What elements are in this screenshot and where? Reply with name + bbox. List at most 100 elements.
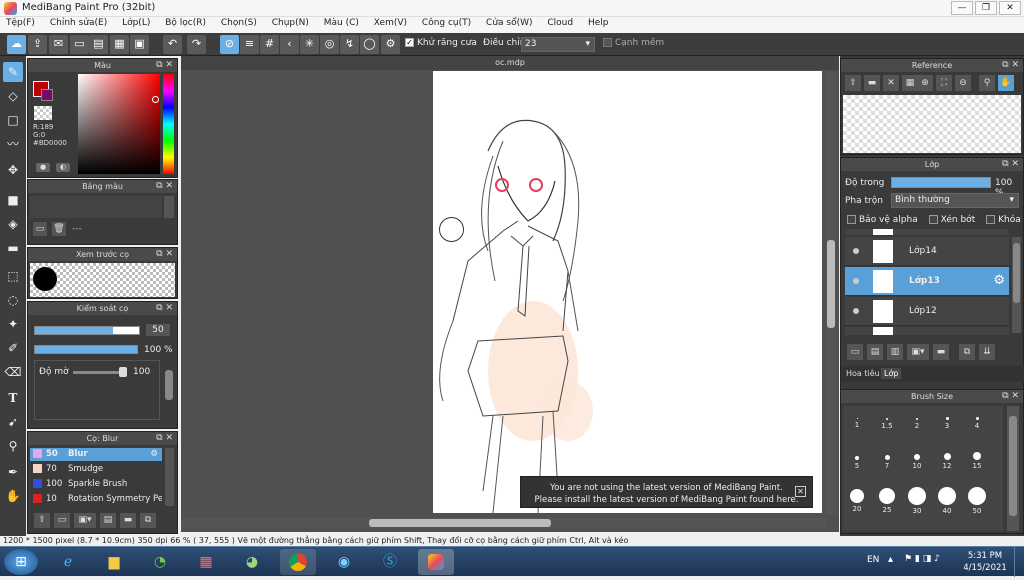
trash-icon[interactable]: 🗑 bbox=[52, 222, 66, 236]
duplicate-layer-icon[interactable]: ⧉ bbox=[959, 344, 975, 360]
size-1-5[interactable]: 1.5 bbox=[874, 418, 900, 430]
skype-icon[interactable]: Ⓢ bbox=[372, 549, 408, 575]
parallel-snap-icon[interactable]: ≡ bbox=[240, 35, 259, 54]
tab-navigator[interactable]: Hoa tiêu bbox=[843, 368, 883, 379]
menu-help[interactable]: Help bbox=[582, 17, 615, 29]
document-tab[interactable]: oc.mdp bbox=[181, 56, 839, 70]
blur-slider-handle[interactable] bbox=[119, 367, 127, 377]
clock[interactable]: 5:31 PM 4/15/2021 bbox=[960, 550, 1010, 574]
cloud-icon[interactable]: ☁ bbox=[7, 35, 26, 54]
menu-cloud[interactable]: Cloud bbox=[541, 17, 579, 29]
curve-snap-icon[interactable]: ↯ bbox=[340, 35, 359, 54]
canvas-horizontal-scrollbar[interactable] bbox=[181, 518, 826, 528]
ref-fit-icon[interactable]: ▦ bbox=[902, 75, 918, 91]
new-8bit-layer-icon[interactable]: ▥ bbox=[887, 344, 903, 360]
menu-window[interactable]: Cửa sổ(W) bbox=[480, 17, 538, 29]
layer-row-12[interactable]: Lớp12 bbox=[845, 297, 1009, 326]
layer-row-14[interactable]: Lớp14 bbox=[845, 237, 1009, 266]
update-notice[interactable]: You are not using the latest version of … bbox=[520, 476, 813, 508]
panel-close-icon[interactable]: ⧉ ✕ bbox=[156, 59, 173, 72]
show-desktop-button[interactable] bbox=[1014, 547, 1024, 577]
saturation-value-picker[interactable] bbox=[78, 74, 160, 174]
lock-checkbox[interactable] bbox=[986, 215, 996, 224]
operation-tool-icon[interactable]: ➹ bbox=[3, 412, 23, 432]
forbid-snap-icon[interactable]: ⊘ bbox=[220, 35, 239, 54]
minimize-button[interactable]: — bbox=[951, 1, 973, 15]
zoom-in-icon[interactable]: ⊕ bbox=[917, 75, 933, 91]
medibang-icon[interactable] bbox=[418, 549, 454, 575]
menu-file[interactable]: Tệp(F) bbox=[0, 17, 41, 29]
transparent-swatch[interactable] bbox=[34, 106, 52, 120]
eraser-tool-icon[interactable]: ◇ bbox=[3, 86, 23, 106]
chrome-icon[interactable] bbox=[280, 549, 316, 575]
brush-item-sparkle[interactable]: 100 Sparkle Brush bbox=[30, 478, 162, 491]
add-brush-menu-icon[interactable]: ▣▾ bbox=[74, 513, 96, 528]
pen-nib-icon[interactable]: ✒ bbox=[3, 462, 23, 482]
size-15[interactable]: 15 bbox=[964, 452, 990, 470]
magic-wand-icon[interactable]: ✦ bbox=[3, 314, 23, 334]
hand-tool-icon[interactable]: ✋ bbox=[3, 486, 23, 506]
merge-layer-icon[interactable]: ⇊ bbox=[979, 344, 995, 360]
brush-control-scrollbar[interactable] bbox=[165, 370, 173, 400]
maximize-button[interactable]: ❐ bbox=[975, 1, 997, 15]
cross-snap-icon[interactable]: # bbox=[260, 35, 279, 54]
tab-layer[interactable]: Lớp bbox=[881, 368, 902, 379]
start-button[interactable]: ⊞ bbox=[4, 549, 38, 575]
size-4[interactable]: 4 bbox=[964, 417, 990, 430]
brush-item-rotation[interactable]: 10 Rotation Symmetry Pe bbox=[30, 493, 162, 506]
gradient-tool-icon[interactable]: ▬ bbox=[3, 238, 23, 258]
brush-list-scrollbar[interactable] bbox=[165, 448, 174, 506]
folder-icon[interactable]: ▬ bbox=[120, 513, 136, 528]
color-mode-icon[interactable]: ● bbox=[36, 163, 50, 172]
new-file-icon[interactable]: ▭ bbox=[70, 35, 89, 54]
duplicate-icon[interactable]: ⧉ bbox=[140, 513, 156, 528]
size-1[interactable]: 1 bbox=[844, 418, 870, 429]
undo-icon[interactable]: ↶ bbox=[163, 35, 182, 54]
explorer-icon[interactable]: ▆ bbox=[96, 549, 132, 575]
brush-tool-icon[interactable]: ✎ bbox=[3, 62, 23, 82]
panel-close-icon[interactable]: ⧉ ✕ bbox=[156, 302, 173, 315]
zoom-out-icon[interactable]: ⊖ bbox=[955, 75, 971, 91]
brush-properties-icon[interactable]: ▤ bbox=[100, 513, 116, 528]
menu-layer[interactable]: Lớp(L) bbox=[116, 17, 156, 29]
eye-icon[interactable] bbox=[853, 248, 859, 254]
palette-area[interactable] bbox=[30, 196, 162, 218]
size-2[interactable]: 2 bbox=[904, 418, 930, 430]
soft-edge-checkbox[interactable] bbox=[603, 38, 612, 47]
size-50[interactable]: 50 bbox=[964, 487, 990, 515]
select-eraser-icon[interactable]: ⌫ bbox=[3, 362, 23, 382]
brush-item-blur[interactable]: 50 Blur ⚙ bbox=[30, 448, 162, 461]
add-palette-icon[interactable]: ▭ bbox=[33, 222, 47, 236]
menu-tools[interactable]: Công cụ(T) bbox=[416, 17, 477, 29]
brush-size-value[interactable]: 50 bbox=[146, 324, 170, 336]
blur-tool-icon[interactable]: 〰 bbox=[3, 134, 23, 154]
move-tool-icon[interactable]: ✥ bbox=[3, 160, 23, 180]
ref-close-icon[interactable]: ✕ bbox=[883, 75, 899, 91]
menu-view[interactable]: Xem(V) bbox=[368, 17, 413, 29]
size-40[interactable]: 40 bbox=[934, 487, 960, 515]
ref-eyedropper-icon[interactable]: ⚲ bbox=[979, 75, 995, 91]
clip-checkbox[interactable] bbox=[928, 215, 938, 224]
ref-open-icon[interactable]: ▬ bbox=[864, 75, 880, 91]
brush-opacity-slider[interactable] bbox=[34, 345, 138, 354]
panel-close-icon[interactable]: ⧉ ✕ bbox=[1002, 158, 1019, 171]
eye-icon[interactable] bbox=[853, 308, 859, 314]
settings-icon[interactable]: ⚙ bbox=[381, 35, 400, 54]
select-pen-icon[interactable]: ✐ bbox=[3, 338, 23, 358]
brush-size-slider[interactable] bbox=[34, 326, 140, 335]
comment-icon[interactable]: ✉ bbox=[49, 35, 68, 54]
tray-icons[interactable]: ⚑ ▮ ◨ ♪ bbox=[904, 554, 940, 564]
secondary-color-swatch[interactable] bbox=[41, 89, 53, 101]
layer-scrollbar[interactable] bbox=[1012, 237, 1021, 333]
hue-slider[interactable] bbox=[163, 74, 174, 174]
panel-close-icon[interactable]: ⧉ ✕ bbox=[156, 432, 173, 445]
layer-row-13[interactable]: Lớp13 ⚙ bbox=[845, 267, 1009, 296]
fill-rect-tool-icon[interactable]: ■ bbox=[3, 190, 23, 210]
redo-icon[interactable]: ↷ bbox=[187, 35, 206, 54]
select-tool-icon[interactable]: ⬚ bbox=[3, 266, 23, 286]
vanishing-snap-icon[interactable]: ‹ bbox=[280, 35, 299, 54]
size-5[interactable]: 5 bbox=[844, 456, 870, 470]
menu-select[interactable]: Chọn(S) bbox=[215, 17, 263, 29]
ie-icon[interactable]: ℯ bbox=[50, 549, 86, 575]
color-picker-handle[interactable] bbox=[152, 96, 159, 103]
